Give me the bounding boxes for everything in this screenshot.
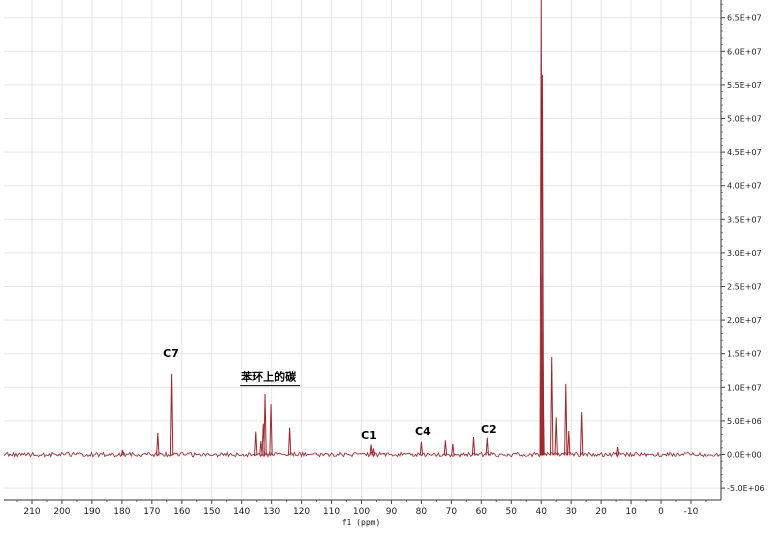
y-tick-label: 1.5E+07: [727, 350, 762, 359]
x-tick-label: 50: [506, 507, 518, 517]
y-tick-label: 6.0E+07: [727, 47, 762, 56]
x-tick-label: 120: [293, 507, 310, 517]
x-tick-label: 210: [23, 507, 40, 517]
y-tick-label: 4.0E+07: [727, 182, 762, 191]
x-tick-label: -10: [684, 507, 699, 517]
peak-annotation-label: C4: [415, 425, 431, 438]
x-tick-label: 180: [113, 507, 130, 517]
x-tick-label: 40: [536, 507, 548, 517]
x-tick-label: 0: [658, 507, 664, 517]
x-tick-label: 160: [173, 507, 190, 517]
y-tick-label: 2.5E+07: [727, 283, 762, 292]
y-tick-label: 0.0E+00: [727, 451, 762, 460]
x-tick-label: 10: [625, 507, 637, 517]
x-tick-label: 130: [263, 507, 280, 517]
y-tick-label: 5.0E+06: [727, 417, 762, 426]
y-tick-label: 1.0E+07: [727, 383, 762, 392]
y-tick-label: 6.5E+07: [727, 14, 762, 23]
x-tick-label: 70: [446, 507, 458, 517]
y-tick-label: 4.5E+07: [727, 148, 762, 157]
x-tick-label: 200: [53, 507, 70, 517]
y-tick-label: 2.0E+07: [727, 316, 762, 325]
nmr-spectrum-chart: 210 200 190 180 170 160 150 140 130 120 110 100 90 80…: [0, 0, 768, 533]
x-tick-label: 100: [353, 507, 370, 517]
x-tick-label: 170: [143, 507, 160, 517]
x-tick-label: 30: [565, 507, 577, 517]
x-tick-label: 190: [83, 507, 100, 517]
peak-annotation-label: C7: [163, 347, 179, 360]
x-tick-label: 20: [595, 507, 607, 517]
x-axis-title: f1 (ppm): [342, 518, 381, 527]
x-tick-label: 90: [386, 507, 398, 517]
y-tick-label: -5.0E+06: [727, 484, 765, 493]
y-tick-label: 3.5E+07: [727, 215, 762, 224]
peak-annotation-label: 苯环上的碳: [240, 370, 297, 384]
x-tick-label: 150: [203, 507, 220, 517]
y-tick-label: 3.0E+07: [727, 249, 762, 258]
peak-annotation-label: C2: [481, 423, 497, 436]
x-tick-label: 60: [476, 507, 488, 517]
x-tick-label: 110: [323, 507, 340, 517]
x-tick-label: 80: [416, 507, 428, 517]
y-tick-label: 5.0E+07: [727, 115, 762, 124]
y-tick-label: 5.5E+07: [727, 81, 762, 90]
peak-annotation-label: C1: [361, 429, 377, 442]
x-tick-label: 140: [233, 507, 250, 517]
